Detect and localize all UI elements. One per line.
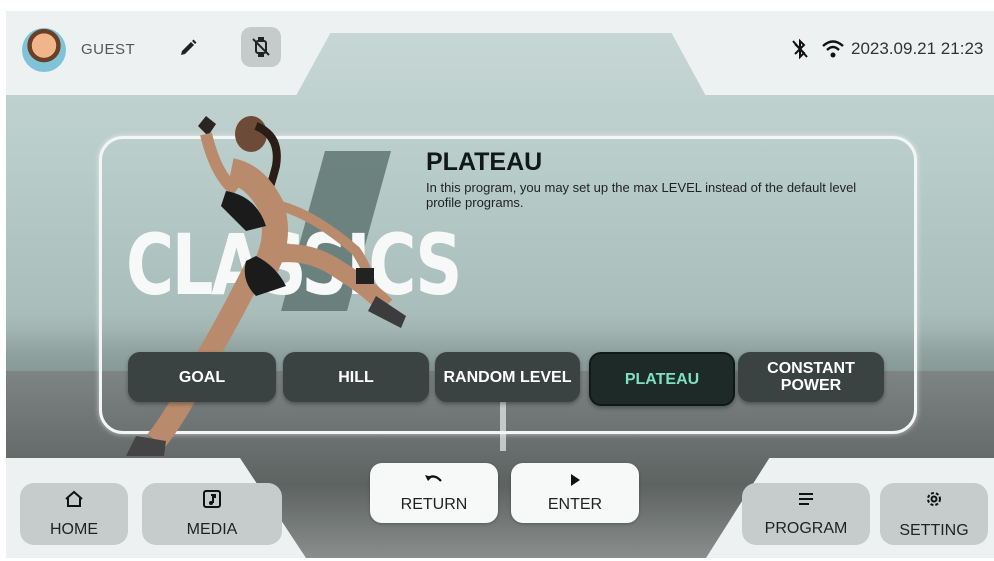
enter-label: ENTER [547,495,603,513]
treadmill-screen: GUEST 2023.09.21 21:23 CLASSICS PLATEAU … [6,11,994,558]
return-button[interactable]: RETURN [370,463,498,523]
setting-label: SETTING [899,521,969,539]
program-title: PLATEAU [426,148,543,176]
top-bar: GUEST 2023.09.21 21:23 [6,11,994,95]
media-label: MEDIA [186,520,238,538]
program-label: PROGRAM [764,519,848,537]
program-description: In this program, you may set up the max … [426,180,857,210]
home-label: HOME [50,520,98,538]
program-hill-button[interactable]: HILL [283,352,429,402]
program-goal-button[interactable]: GOAL [128,352,276,402]
edit-icon[interactable] [178,38,198,58]
watch-disconnected-button[interactable] [241,27,281,67]
music-note-icon [202,489,222,513]
program-plateau-button[interactable]: PLATEAU [589,352,735,406]
gear-icon [924,489,944,514]
media-button[interactable]: MEDIA [142,483,282,545]
home-button[interactable]: HOME [20,483,128,545]
setting-button[interactable]: SETTING [880,483,988,545]
avatar[interactable] [22,28,66,72]
program-constant-power-button[interactable]: CONSTANT POWER [738,352,884,402]
program-random-level-button[interactable]: RANDOM LEVEL [435,352,580,402]
program-button[interactable]: PROGRAM [742,483,870,545]
home-icon [64,490,84,513]
list-icon [797,491,815,512]
datetime: 2023.09.21 21:23 [851,39,984,58]
user-name: GUEST [81,41,136,58]
bluetooth-icon [791,38,809,65]
play-icon [568,473,582,492]
wifi-icon [821,39,845,64]
enter-button[interactable]: ENTER [511,463,639,523]
return-arrow-icon [424,473,444,492]
runner-image [126,116,406,456]
return-label: RETURN [400,495,468,513]
